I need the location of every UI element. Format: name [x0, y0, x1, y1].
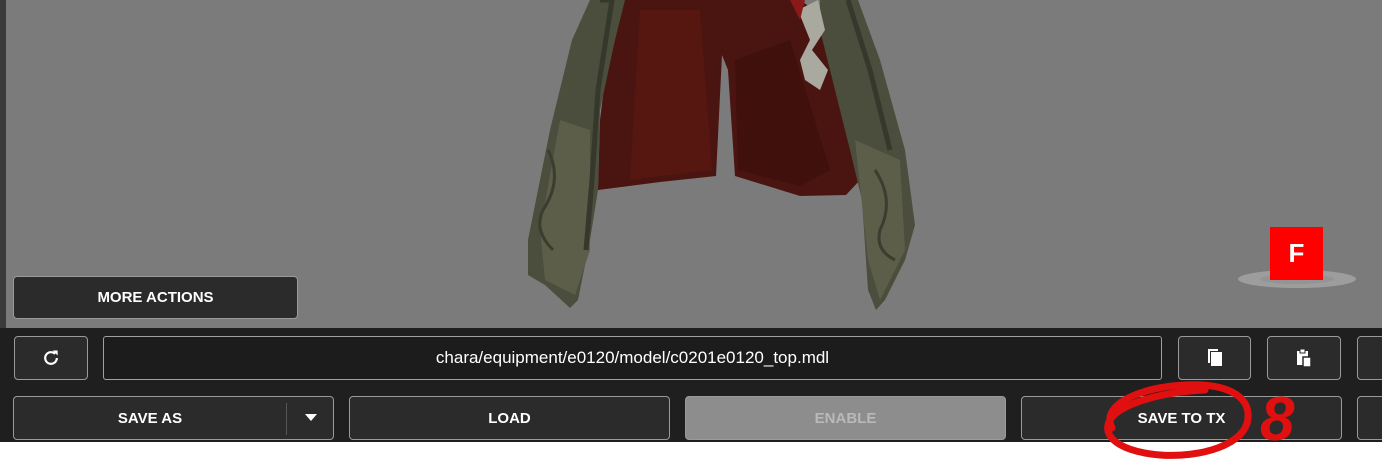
- refresh-icon: [44, 350, 58, 365]
- cut-off-button-bottom[interactable]: [1357, 396, 1382, 440]
- more-actions-button[interactable]: MORE ACTIONS: [13, 276, 298, 319]
- save-to-tx-label: SAVE TO TX: [1137, 409, 1226, 427]
- cut-off-button-top[interactable]: [1357, 336, 1382, 380]
- copy-path-button[interactable]: [1178, 336, 1251, 380]
- load-button[interactable]: LOAD: [349, 396, 670, 440]
- save-to-tx-button[interactable]: SAVE TO TX: [1021, 396, 1342, 440]
- model-viewport[interactable]: MORE ACTIONS F: [0, 0, 1382, 328]
- paste-icon: [1297, 348, 1312, 368]
- more-actions-label: MORE ACTIONS: [97, 289, 214, 306]
- refresh-button[interactable]: [14, 336, 88, 380]
- bottom-strip: [0, 442, 1382, 462]
- enable-label: ENABLE: [814, 409, 877, 427]
- file-path-field[interactable]: chara/equipment/e0120/model/c0201e0120_t…: [103, 336, 1162, 380]
- save-as-button[interactable]: SAVE AS: [13, 396, 334, 440]
- save-as-label: SAVE AS: [117, 409, 183, 427]
- caret-down-icon: [304, 414, 317, 421]
- load-label: LOAD: [488, 409, 531, 427]
- paste-path-button[interactable]: [1267, 336, 1341, 380]
- save-as-dropdown-button[interactable]: [287, 396, 334, 440]
- copy-icon: [1207, 349, 1222, 366]
- view-gizmo-front[interactable]: F: [1270, 227, 1323, 280]
- file-path-text: chara/equipment/e0120/model/c0201e0120_t…: [435, 348, 830, 367]
- enable-button[interactable]: ENABLE: [685, 396, 1006, 440]
